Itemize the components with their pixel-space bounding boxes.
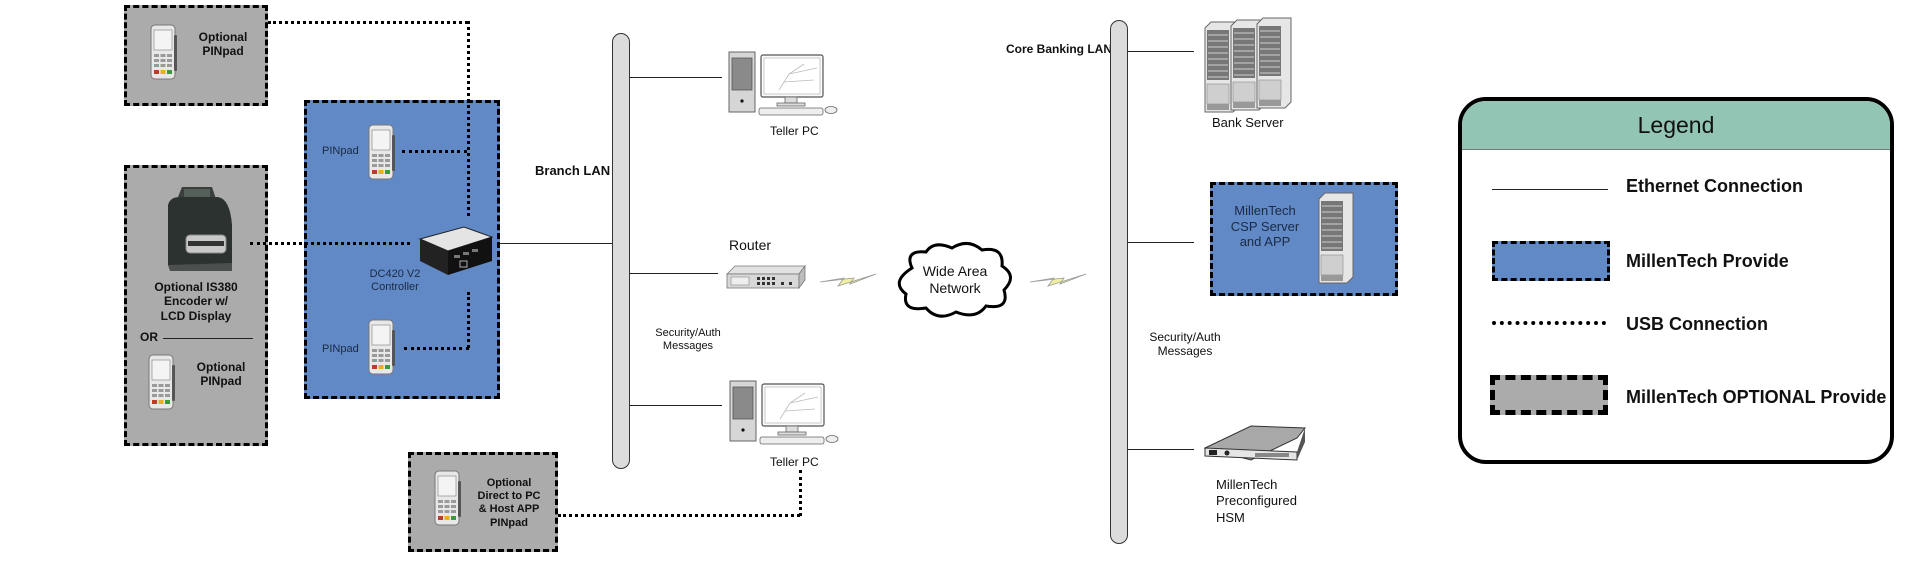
- gray-dashed-box-swatch: [1490, 375, 1608, 415]
- teller-pc-top-label: Teller PC: [770, 124, 819, 138]
- usb-connection: [467, 292, 470, 348]
- label-line: Security/Auth: [655, 327, 721, 339]
- legend-item-optional: MillenTech OPTIONAL Provide: [1462, 375, 1890, 417]
- encoder-label: Optional IS380 Encoder w/ LCD Display: [130, 280, 262, 323]
- router-icon: [726, 264, 806, 290]
- label-line: MillenTech: [1216, 477, 1278, 492]
- legend: Legend Ethernet Connection MillenTech Pr…: [1458, 97, 1894, 464]
- label-line: Optional: [486, 477, 532, 489]
- or-divider: [163, 338, 253, 339]
- label-line: Preconfigured: [1216, 493, 1297, 509]
- usb-connection: [268, 21, 468, 24]
- pinpad-icon: [150, 24, 178, 80]
- pinpad-icon: [148, 354, 176, 410]
- pinpad-bottom-label: PINpad: [322, 343, 359, 355]
- legend-label: MillenTech OPTIONAL Provide: [1626, 387, 1887, 407]
- bank-server-icon: [1204, 17, 1292, 113]
- pinpad-icon: [434, 470, 462, 526]
- pinpad-icon: [368, 319, 396, 375]
- label-line: Optional IS380: [154, 280, 238, 294]
- usb-connection: [402, 150, 467, 153]
- label-line: PINpad: [490, 516, 528, 529]
- or-label: OR: [140, 330, 158, 344]
- label-line: CSP Server: [1230, 218, 1300, 234]
- legend-item-ethernet: Ethernet Connection: [1462, 173, 1890, 203]
- ethernet-connection: [630, 273, 718, 274]
- label-line: HSM: [1216, 509, 1245, 525]
- core-lan-label: Core Banking LAN: [1006, 42, 1113, 56]
- controller-label: DC420 V2 Controller: [360, 268, 430, 294]
- label-line: Optional: [196, 360, 246, 374]
- router-label: Router: [729, 237, 772, 253]
- usb-connection: [467, 21, 470, 216]
- dotted-line-swatch: [1492, 321, 1606, 325]
- label-line: Direct to PC: [477, 490, 541, 503]
- label-line: Optional: [198, 30, 248, 44]
- legend-item-provide: MillenTech Provide: [1462, 241, 1890, 281]
- usb-connection: [558, 514, 800, 517]
- teller-pc-icon: [729, 380, 839, 445]
- alt-pinpad-label: Optional PINpad: [186, 360, 256, 389]
- teller-pc-bottom-label: Teller PC: [770, 455, 819, 469]
- label-line: MillenTech: [1234, 203, 1296, 218]
- legend-label: Ethernet Connection: [1626, 176, 1804, 196]
- label-line: Messages: [1157, 344, 1213, 359]
- ethernet-connection: [500, 243, 612, 244]
- wan-label: Wide Area Network: [900, 263, 1010, 297]
- branch-messages-label: Security/Auth Messages: [638, 327, 738, 353]
- legend-title: Legend: [1462, 101, 1890, 150]
- ethernet-connection: [1128, 242, 1194, 243]
- label-line: PINpad: [200, 374, 242, 389]
- csp-server-icon: [1318, 192, 1354, 284]
- label-line: PINpad: [202, 44, 244, 59]
- teller-pc-icon: [728, 51, 838, 116]
- label-line: DC420 V2: [369, 268, 421, 280]
- lightning-icon: [1029, 273, 1087, 287]
- label-line: & Host APP: [478, 503, 540, 516]
- core-lan-bus: [1110, 20, 1128, 544]
- label-line: Messages: [662, 340, 714, 353]
- ethernet-connection: [1128, 51, 1194, 52]
- legend-label: USB Connection: [1626, 314, 1768, 334]
- legend-label: MillenTech Provide: [1626, 251, 1789, 271]
- label-line: LCD Display: [160, 308, 232, 323]
- csp-label: MillenTech CSP Server and APP: [1222, 203, 1308, 250]
- branch-lan-label: Branch LAN: [535, 163, 611, 178]
- label-line: Encoder w/: [163, 294, 228, 309]
- core-messages-label: Security/Auth Messages: [1135, 330, 1235, 359]
- direct-pinpad-label: Optional Direct to PC & Host APP PINpad: [466, 477, 552, 530]
- pinpad-icon: [368, 124, 396, 180]
- card-encoder-icon: [168, 187, 232, 271]
- ethernet-line-swatch: [1492, 189, 1608, 190]
- label-line: Wide Area: [922, 263, 988, 279]
- label-line: Controller: [371, 281, 419, 294]
- ethernet-connection: [630, 405, 722, 406]
- label-line: and APP: [1239, 234, 1291, 250]
- ethernet-connection: [630, 77, 722, 78]
- usb-connection: [799, 470, 802, 516]
- usb-connection: [250, 242, 410, 245]
- optional-pinpad-top-label: Optional PINpad: [188, 30, 258, 59]
- branch-lan-bus: [612, 33, 630, 469]
- hsm-label: MillenTech Preconfigured HSM: [1216, 477, 1297, 526]
- lightning-icon: [819, 273, 877, 287]
- bank-server-label: Bank Server: [1212, 115, 1284, 130]
- label-line: Security/Auth: [1149, 330, 1221, 344]
- legend-item-usb: USB Connection: [1462, 309, 1890, 339]
- usb-connection: [404, 347, 469, 350]
- blue-dashed-box-swatch: [1492, 241, 1610, 281]
- label-line: Network: [929, 279, 981, 296]
- hsm-icon: [1203, 425, 1307, 461]
- pinpad-top-label: PINpad: [322, 145, 359, 157]
- ethernet-connection: [1128, 449, 1194, 450]
